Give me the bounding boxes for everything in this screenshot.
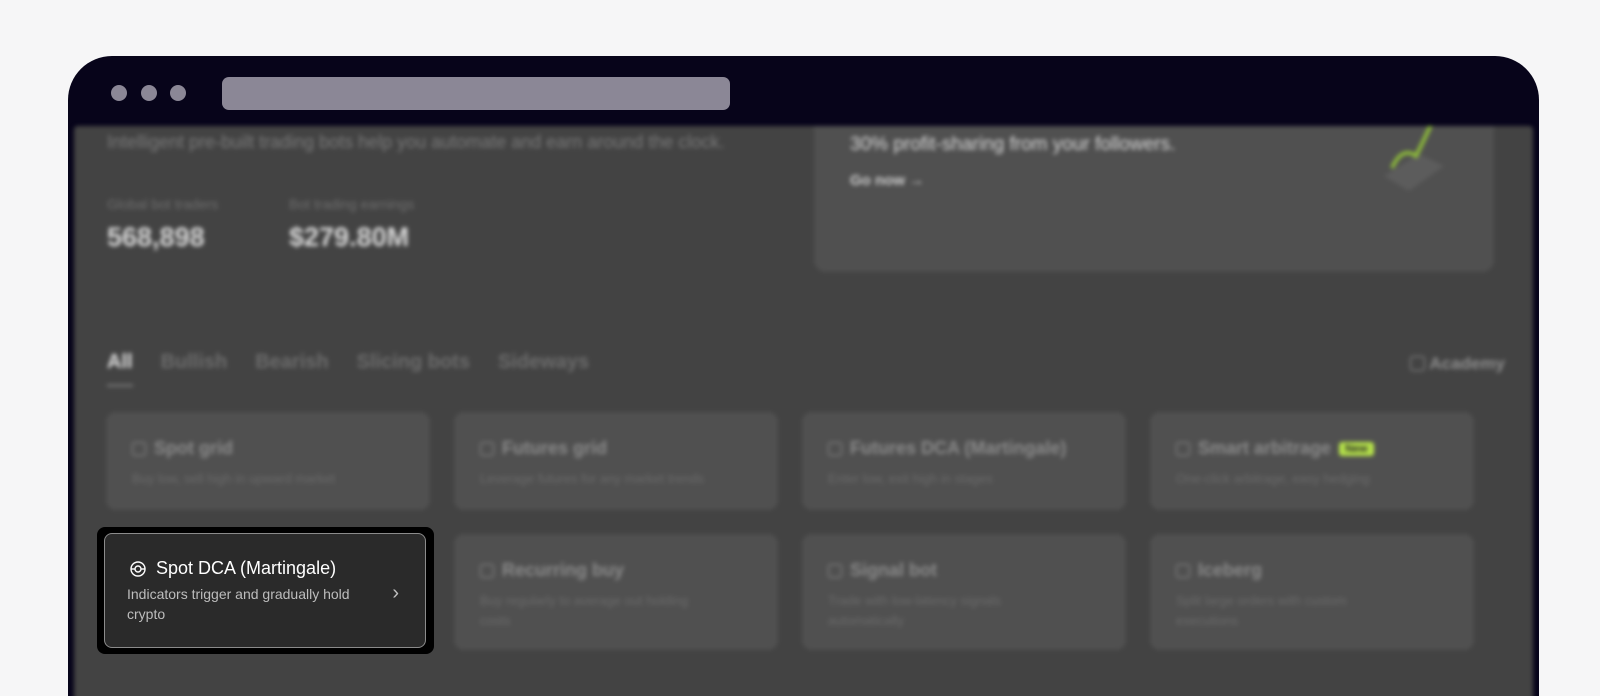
academy-link[interactable]: Academy <box>1410 354 1505 374</box>
bot-card-recurring-buy[interactable]: Recurring buy Buy regularly to average o… <box>454 534 778 650</box>
card-title: Iceberg <box>1198 560 1263 580</box>
card-title: Spot grid <box>154 438 233 458</box>
tab-all[interactable]: All <box>107 351 133 387</box>
card-desc: Buy regularly to average out holding cos… <box>480 593 689 628</box>
window-close-dot[interactable] <box>111 85 127 101</box>
card-desc: Leverage futures for any market trends <box>480 471 705 486</box>
bot-card-spot-dca[interactable]: Spot DCA (Martingale) Indicators trigger… <box>104 533 426 648</box>
card-desc: Buy low, sell high in upward market <box>132 471 336 486</box>
iceberg-icon <box>1176 563 1190 578</box>
target-icon <box>130 560 146 577</box>
dca-icon <box>828 441 842 456</box>
tab-sideways[interactable]: Sideways <box>498 351 589 374</box>
card-title: Futures DCA (Martingale) <box>850 438 1067 458</box>
arbitrage-icon <box>1176 441 1190 456</box>
chart-illustration-icon <box>1384 126 1444 191</box>
banner-text: 30% profit-sharing from your followers. <box>850 134 1176 155</box>
stat-value: $279.80M <box>289 222 410 252</box>
card-desc: Trade with low-latency signals automatic… <box>828 593 1001 628</box>
stat-label: Bot trading earnings <box>289 196 415 212</box>
futures-grid-icon <box>480 441 494 456</box>
card-title: Futures grid <box>502 438 608 458</box>
card-title: Signal bot <box>850 560 937 580</box>
hero-subtitle: Intelligent pre-built trading bots help … <box>107 132 725 152</box>
stat-bot-traders: Global bot traders 568,898 <box>107 196 218 253</box>
address-bar[interactable] <box>222 77 730 110</box>
bot-card-signal-bot[interactable]: Signal bot Trade with low-latency signal… <box>802 534 1126 650</box>
window-maximize-dot[interactable] <box>170 85 186 101</box>
stat-bot-earnings: Bot trading earnings $279.80M <box>289 196 414 253</box>
stat-label: Global bot traders <box>107 196 219 212</box>
calendar-icon <box>480 563 494 578</box>
bot-card-spot-grid[interactable]: Spot grid Buy low, sell high in upward m… <box>106 412 430 510</box>
card-desc: Enter low, exit high in stages <box>828 471 993 486</box>
promo-banner[interactable]: 30% profit-sharing from your followers. … <box>814 126 1494 272</box>
new-badge: New <box>1339 441 1374 456</box>
grid-icon <box>132 441 146 456</box>
bot-card-futures-dca[interactable]: Futures DCA (Martingale) Enter low, exit… <box>802 412 1126 510</box>
bot-card-smart-arbitrage[interactable]: Smart arbitrage New One-click arbitrage, … <box>1150 412 1474 510</box>
category-tabs: All Bullish Bearish Slicing bots Sideway… <box>107 351 589 387</box>
bot-card-futures-grid[interactable]: Futures grid Leverage futures for any ma… <box>454 412 778 510</box>
go-now-link[interactable]: Go now → <box>850 172 924 189</box>
book-icon <box>1410 356 1426 371</box>
browser-titlebar <box>68 56 1539 126</box>
card-title: Spot DCA (Martingale) <box>156 558 337 578</box>
tab-bearish[interactable]: Bearish <box>255 351 328 374</box>
window-minimize-dot[interactable] <box>141 85 157 101</box>
card-desc: Split large orders with custom execution… <box>1176 593 1347 628</box>
card-desc: One-click arbitrage, easy hedging <box>1176 471 1370 486</box>
card-title: Recurring buy <box>502 560 625 580</box>
signal-icon <box>828 563 842 578</box>
card-title: Smart arbitrage <box>1198 438 1332 458</box>
card-desc: Indicators trigger and gradually hold cr… <box>127 586 350 622</box>
bot-card-iceberg[interactable]: Iceberg Split large orders with custom e… <box>1150 534 1474 650</box>
academy-label: Academy <box>1429 354 1505 373</box>
tab-slicing-bots[interactable]: Slicing bots <box>357 351 470 374</box>
chevron-right-icon: › <box>392 582 399 604</box>
tab-bullish[interactable]: Bullish <box>161 351 228 374</box>
stat-value: 568,898 <box>107 222 205 252</box>
